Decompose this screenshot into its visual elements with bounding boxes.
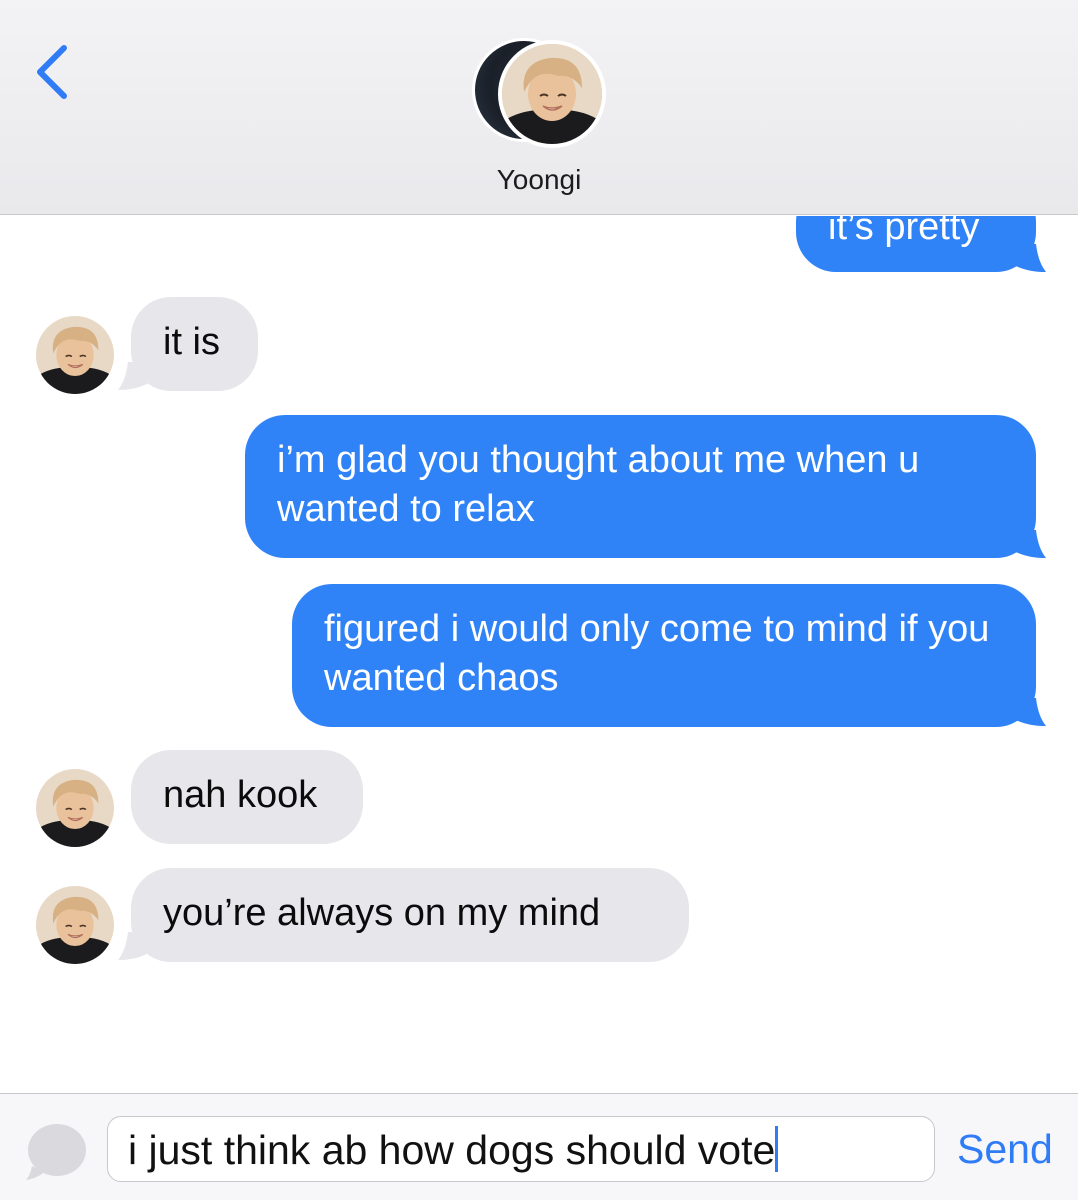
text-caret bbox=[775, 1126, 779, 1172]
bubble-tail bbox=[118, 932, 152, 960]
avatar[interactable] bbox=[36, 316, 114, 394]
contact-avatar[interactable] bbox=[470, 38, 610, 148]
avatar[interactable] bbox=[36, 886, 114, 964]
bubble-tail bbox=[1010, 698, 1046, 726]
message-text: figured i would only come to mind if you… bbox=[324, 608, 990, 699]
camera-button[interactable] bbox=[26, 1120, 88, 1182]
message-input-text: i just think ab how dogs should vote bbox=[128, 1127, 776, 1173]
send-button[interactable]: Send bbox=[957, 1126, 1053, 1173]
message-bubble-outgoing[interactable]: i’m glad you thought about me when u wan… bbox=[245, 415, 1036, 558]
message-text: it is bbox=[163, 321, 220, 363]
contact-name[interactable]: Yoongi bbox=[0, 164, 1078, 196]
message-text: it’s pretty bbox=[828, 216, 980, 248]
message-text: nah kook bbox=[163, 774, 318, 816]
avatar-primary bbox=[498, 40, 606, 148]
message-bubble-outgoing[interactable]: figured i would only come to mind if you… bbox=[292, 584, 1036, 727]
message-text: you’re always on my mind bbox=[163, 892, 601, 934]
bubble-tail bbox=[118, 362, 152, 390]
chevron-left-icon bbox=[37, 45, 67, 99]
composer-bar: i just think ab how dogs should vote Sen… bbox=[0, 1093, 1078, 1200]
camera-icon bbox=[26, 1124, 86, 1180]
message-input[interactable]: i just think ab how dogs should vote bbox=[107, 1116, 935, 1182]
message-text: i’m glad you thought about me when u wan… bbox=[277, 439, 920, 530]
back-button[interactable] bbox=[28, 38, 84, 108]
bubble-tail bbox=[1010, 530, 1046, 558]
conversation-header: Yoongi bbox=[0, 0, 1078, 215]
message-bubble-outgoing[interactable]: it’s pretty bbox=[796, 216, 1036, 272]
avatar[interactable] bbox=[36, 769, 114, 847]
message-thread[interactable]: it’s pretty it is i’m glad you thought a… bbox=[0, 216, 1078, 1092]
message-bubble-incoming[interactable]: you’re always on my mind bbox=[131, 868, 689, 962]
bubble-tail bbox=[1010, 244, 1046, 272]
message-bubble-incoming[interactable]: nah kook bbox=[131, 750, 363, 844]
